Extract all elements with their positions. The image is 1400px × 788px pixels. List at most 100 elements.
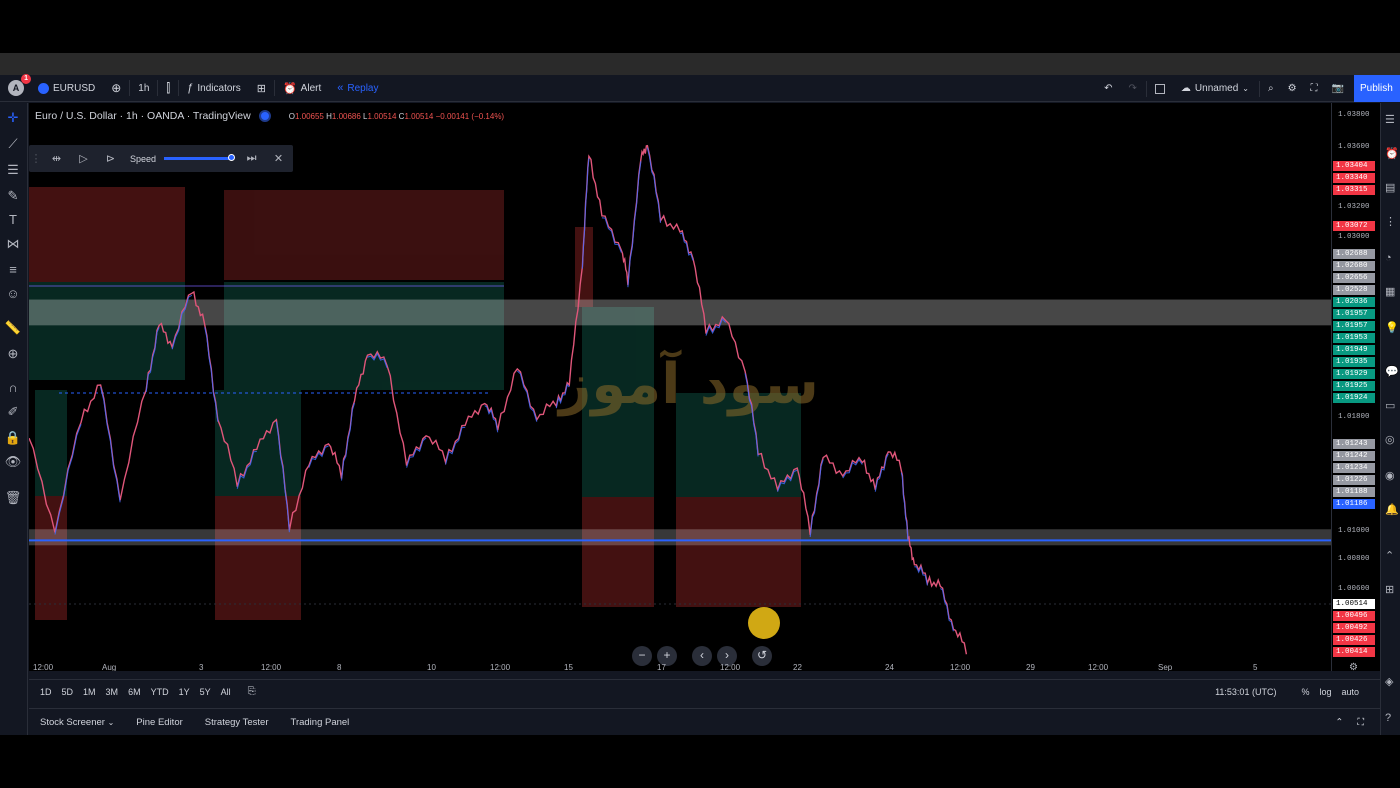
undo-button[interactable]: ↶ [1097,75,1119,102]
search-button[interactable]: ⌕ [1262,75,1280,102]
price-tag: 1.02036 [1333,297,1375,307]
select-bar-icon[interactable]: ⇹ [43,152,70,165]
drag-handle-icon[interactable]: ⋮ [29,152,43,165]
search-icon: ⌕ [1267,83,1274,94]
redo-button[interactable]: ↷ [1122,75,1144,102]
lock-icon[interactable]: 🔒 [4,429,22,447]
price-chart[interactable]: سود آموز [29,103,1331,671]
snapshot-button[interactable]: 📷 [1326,75,1350,102]
goto-date-icon[interactable]: ⎘ [248,686,256,697]
publish-button[interactable]: Publish [1354,75,1400,102]
range-button-5d[interactable]: 5D [57,687,79,697]
grid-icon: ⊞ [256,82,266,95]
chat-icon[interactable]: 💬 [1385,365,1399,379]
emoji-icon[interactable]: ☺ [4,285,22,303]
play-icon[interactable]: ▷ [70,152,97,165]
time-tick-label: 17 [657,663,666,671]
square-icon [1154,83,1165,94]
notification-badge: 1 [21,74,31,84]
close-icon[interactable]: ✕ [265,152,292,165]
alerts-icon[interactable]: ⏰ [1385,147,1399,161]
price-tag: 1.00426 [1333,635,1375,645]
toolbar-right: ↶ ↷ ☁ Unnamed ⌄ ⌕ ⚙ ⛶ 📷 [1097,75,1350,102]
watchlist-icon[interactable]: ☰ [1385,113,1399,127]
alert-button[interactable]: ⏰ Alert [275,75,329,102]
data-window-icon[interactable]: ◔ [1385,251,1399,265]
pattern-icon[interactable]: ⋈ [4,235,22,253]
layout-name-button[interactable]: ☁ Unnamed ⌄ [1173,75,1257,102]
time-tick-label: 24 [885,663,894,671]
chevron-up-icon[interactable]: ⌃ [1385,549,1399,563]
messages-icon[interactable]: ▭ [1385,399,1399,413]
news-icon[interactable]: ▤ [1385,181,1399,195]
ideas-icon[interactable]: 💡 [1385,321,1399,335]
maximize-icon[interactable]: ⛶ [1357,717,1364,728]
chart-pane[interactable]: سود آموز Euro / U.S. Dollar · 1h · OANDA… [29,103,1331,671]
stay-in-drawing-icon[interactable]: ✐ [4,403,22,421]
range-button-1y[interactable]: 1Y [174,687,195,697]
range-button-all[interactable]: All [216,687,236,697]
ruler-icon[interactable]: 📏 [4,319,22,337]
log-toggle[interactable]: log [1314,687,1336,697]
clock[interactable]: 11:53:01 (UTC) [1215,687,1276,697]
supply-zone-box [676,497,801,607]
broadcast-icon[interactable]: ◉ [1385,469,1399,483]
settings-button[interactable]: ⚙ [1282,75,1303,102]
range-button-6m[interactable]: 6M [123,687,146,697]
layout-button[interactable] [1149,75,1171,102]
streams-icon[interactable]: ◎ [1385,433,1399,447]
pine-editor-tab[interactable]: Pine Editor [125,717,193,728]
speed-slider-thumb[interactable] [228,154,236,161]
percent-toggle[interactable]: % [1296,687,1314,697]
eye-icon[interactable]: 👁 [4,453,22,471]
price-tag: 1.03404 [1333,161,1375,171]
range-button-5y[interactable]: 5Y [195,687,216,697]
auto-toggle[interactable]: auto [1336,687,1364,697]
calendar-icon[interactable]: ▦ [1385,285,1399,299]
chart-type-button[interactable]: ⫿ [158,75,178,102]
magnet-icon[interactable]: ∩ [4,379,22,397]
change-value: −0.00141 (−0.14%) [435,111,505,121]
symbol-title: Euro / U.S. Dollar · 1h · OANDA · Tradin… [35,110,251,122]
account-menu[interactable]: A 1 [0,74,31,102]
supply-zone-box [582,497,654,607]
help-icon[interactable]: ? [1385,711,1399,725]
range-button-ytd[interactable]: YTD [146,687,174,697]
prediction-icon[interactable]: ≡ [4,261,22,279]
text-icon[interactable]: T [4,211,22,229]
zoom-in-icon[interactable]: ⊕ [4,345,22,363]
range-button-1d[interactable]: 1D [35,687,57,697]
range-button-3m[interactable]: 3M [101,687,124,697]
price-tag: 1.03072 [1333,221,1375,231]
trend-line-icon[interactable]: ⟋ [4,135,22,153]
chevron-up-icon[interactable]: ⌃ [1335,717,1343,728]
trash-icon[interactable]: 🗑 [4,489,22,507]
symbol-search-button[interactable]: EURUSD [30,75,103,102]
range-button-1m[interactable]: 1M [78,687,101,697]
templates-button[interactable]: ⊞ [249,75,274,102]
time-scale[interactable]: 12:00 Aug 3 12:00 8 10 12:00 15 17 12:00 22 24 12:00… [29,660,1331,671]
price-scale[interactable]: 1.03800 1.03600 1.03200 1.03000 1.01800 1.010… [1331,103,1380,671]
fib-retracement-icon[interactable]: ☰ [4,161,22,179]
replay-button[interactable]: « Replay [329,75,386,102]
jump-to-realtime-icon[interactable]: ⏭ [238,152,265,165]
stock-screener-tab[interactable]: Stock Screener ⌄ [29,717,125,728]
crosshair-icon[interactable]: ✛ [4,109,22,127]
candles-icon: ⫿ [166,80,171,95]
strategy-tester-tab[interactable]: Strategy Tester [194,717,280,728]
scale-settings-icon[interactable]: ⚙ [1349,662,1358,673]
brush-icon[interactable]: ✎ [4,187,22,205]
layers-icon[interactable]: ◈ [1385,675,1399,689]
indicators-button[interactable]: ƒ Indicators [179,75,248,102]
fullscreen-button[interactable]: ⛶ [1305,75,1324,102]
compare-symbol-button[interactable]: ⊕ [103,75,129,102]
speed-slider[interactable] [164,154,236,161]
apps-icon[interactable]: ⊞ [1385,583,1399,597]
trading-panel-tab[interactable]: Trading Panel [280,717,361,728]
support-band [29,529,1331,546]
price-tag: 1.03340 [1333,173,1375,183]
object-tree-icon[interactable]: ⋮ [1385,215,1399,229]
notifications-icon[interactable]: 🔔 [1385,503,1399,517]
step-forward-icon[interactable]: ⊳ [97,152,124,165]
interval-button[interactable]: 1h [130,75,157,102]
